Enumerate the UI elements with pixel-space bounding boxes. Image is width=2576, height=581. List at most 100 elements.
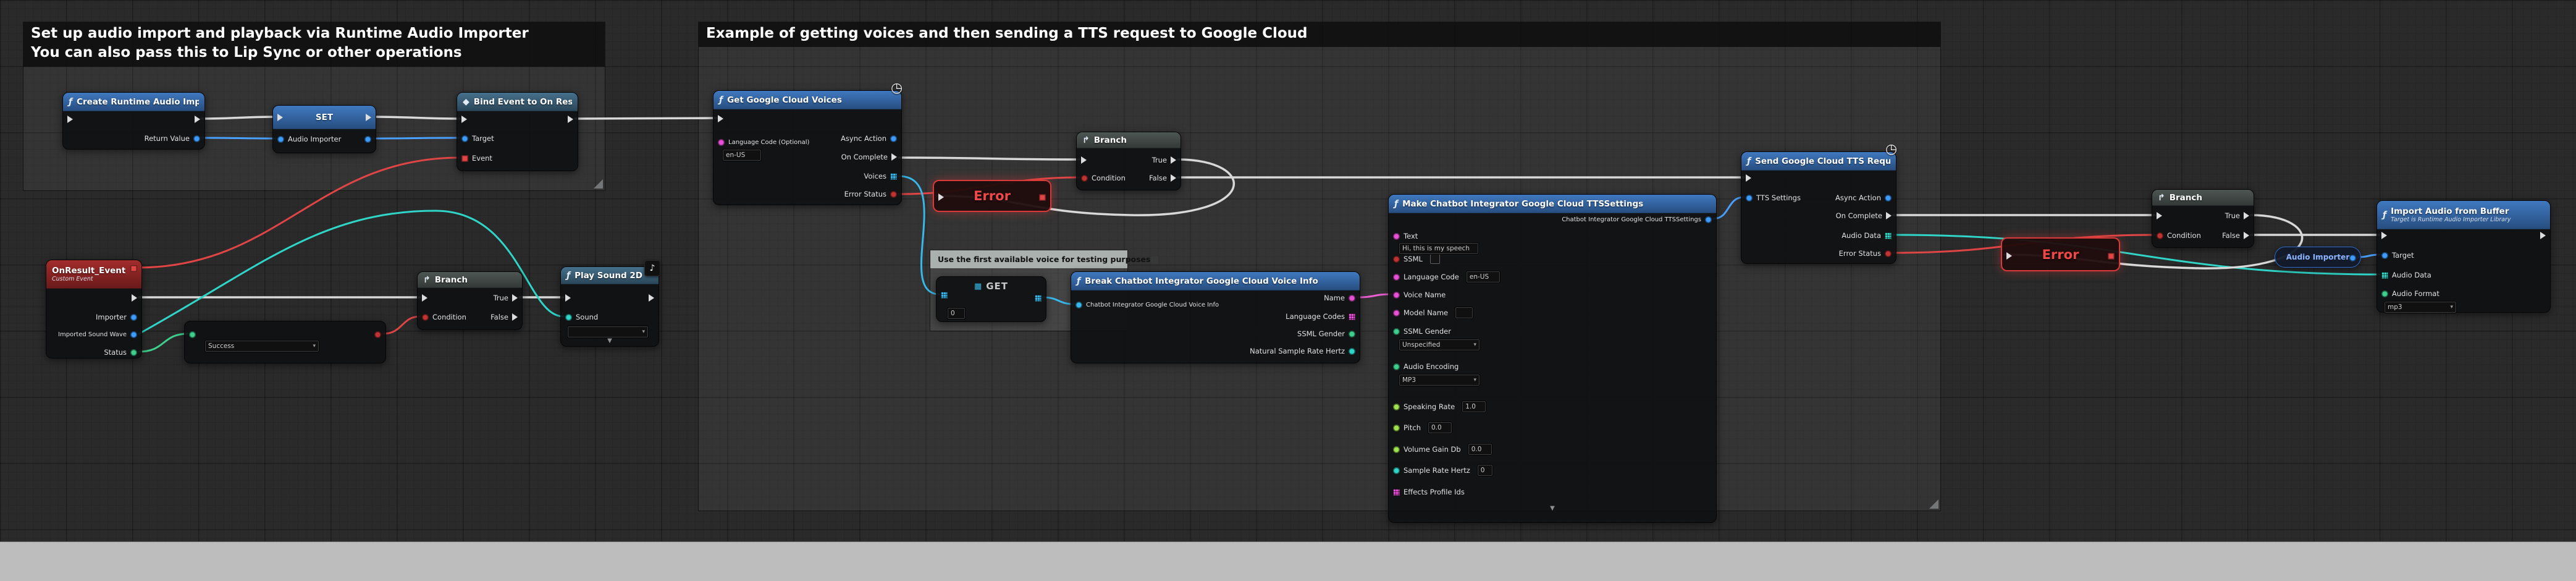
- value-field[interactable]: 0.0: [1428, 422, 1452, 434]
- volume-gain-db-pin[interactable]: [1393, 446, 1400, 453]
- error-status-pin[interactable]: [890, 191, 897, 198]
- chatbot-integrator-google-cloud-ttssettings-pin[interactable]: [1705, 216, 1712, 223]
- wire-structlight[interactable]: [1043, 297, 1074, 304]
- data-pin[interactable]: [189, 331, 196, 338]
- branch-voices[interactable]: ↱BranchConditionTrueFalse: [1076, 132, 1181, 190]
- language-code-pin[interactable]: [1393, 274, 1400, 281]
- audio-importer-pin[interactable]: [277, 136, 284, 143]
- false-pin[interactable]: [1171, 174, 1176, 182]
- node-header[interactable]: ↱Branch: [418, 272, 522, 288]
- exec-pin[interactable]: [2006, 252, 2012, 260]
- node-header[interactable]: ƒGet Google Cloud Voices: [713, 91, 901, 109]
- chatbot-integrator-google-cloud-voice-info-pin[interactable]: [1075, 302, 1082, 308]
- node-header[interactable]: ↱Branch: [1077, 132, 1181, 148]
- exec-pin[interactable]: [277, 114, 283, 121]
- return-value-pin[interactable]: [193, 135, 200, 142]
- get-google-cloud-voices[interactable]: ƒGet Google Cloud VoicesLanguage Code (O…: [713, 90, 902, 205]
- pitch-pin[interactable]: [1393, 425, 1400, 431]
- wire-exec[interactable]: [575, 118, 717, 119]
- play-sound-2d[interactable]: ƒPlay Sound 2DSound▾▼: [560, 266, 659, 347]
- data-pin[interactable]: [1035, 295, 1042, 302]
- checkbox[interactable]: [1430, 254, 1440, 264]
- false-pin[interactable]: [512, 313, 518, 321]
- tts-settings-pin[interactable]: [1746, 195, 1753, 201]
- value-field[interactable]: 0: [1477, 464, 1493, 477]
- exec-pin[interactable]: [2157, 212, 2162, 219]
- true-pin[interactable]: [2244, 212, 2249, 219]
- value-field[interactable]: 1.0: [1462, 401, 1486, 413]
- data-pin[interactable]: [2108, 253, 2115, 260]
- advanced-pins-chevron[interactable]: ▼: [561, 337, 659, 344]
- dropdown-field[interactable]: Success▾: [204, 340, 319, 352]
- ssml-gender-pin[interactable]: [1349, 331, 1355, 337]
- true-pin[interactable]: [1171, 156, 1176, 164]
- node-header[interactable]: ƒImport Audio from BufferTarget is Runti…: [2377, 201, 2550, 229]
- audio-format-pin[interactable]: [2381, 290, 2388, 297]
- async-action-pin[interactable]: [1885, 195, 1892, 201]
- condition-pin[interactable]: [1081, 175, 1088, 182]
- wire-exec[interactable]: [899, 158, 1079, 159]
- wire-delegate[interactable]: [137, 158, 460, 268]
- advanced-pins-chevron[interactable]: ▼: [1389, 505, 1716, 512]
- event-pin[interactable]: [461, 155, 468, 162]
- dropdown-field[interactable]: MP3▾: [1399, 374, 1480, 386]
- sample-rate-hertz-pin[interactable]: [1393, 467, 1400, 474]
- node-header[interactable]: ƒCreate Runtime Audio Importer: [63, 93, 204, 111]
- exec-pin[interactable]: [422, 294, 427, 302]
- on-complete-pin[interactable]: [1886, 212, 1892, 219]
- value-field[interactable]: 0: [947, 307, 966, 320]
- wire-enum[interactable]: [139, 334, 188, 352]
- node-header[interactable]: ƒMake Chatbot Integrator Google Cloud TT…: [1389, 195, 1716, 213]
- model-name-pin[interactable]: [1393, 310, 1400, 316]
- break-voice-info[interactable]: ƒBreak Chatbot Integrator Google Cloud V…: [1071, 271, 1360, 363]
- condition-pin[interactable]: [2157, 232, 2163, 239]
- effects-profile-ids-pin[interactable]: [1393, 489, 1400, 496]
- error-status-pin[interactable]: [1885, 250, 1892, 257]
- node-header[interactable]: ◆Bind Event to On Result: [457, 93, 578, 111]
- node-header[interactable]: ƒSend Google Cloud TTS Request: [1741, 152, 1896, 171]
- language-code-optional-pin[interactable]: [718, 139, 725, 146]
- exec-pin[interactable]: [649, 294, 654, 302]
- value-field[interactable]: [1455, 307, 1473, 319]
- ssml-gender-pin[interactable]: [1393, 328, 1400, 335]
- ssml-pin[interactable]: [1393, 256, 1400, 263]
- send-google-cloud-tts-request[interactable]: ƒSend Google Cloud TTS RequestTTS Settin…: [1741, 151, 1896, 264]
- data-pin[interactable]: [374, 331, 381, 338]
- name-pin[interactable]: [1349, 295, 1355, 302]
- exec-pin[interactable]: [568, 116, 573, 123]
- error-node-voices[interactable]: Error: [933, 180, 1051, 212]
- exec-pin[interactable]: [1081, 156, 1087, 164]
- async-action-pin[interactable]: [890, 135, 897, 142]
- wire-object[interactable]: [1713, 197, 1744, 219]
- make-tts-settings[interactable]: ƒMake Chatbot Integrator Google Cloud TT…: [1388, 194, 1717, 523]
- exec-pin[interactable]: [1746, 174, 1751, 182]
- blueprint-canvas[interactable]: Set up audio import and playback via Run…: [0, 0, 2576, 581]
- equal-enum[interactable]: Success▾: [184, 321, 386, 363]
- exec-pin[interactable]: [132, 294, 137, 302]
- node-header[interactable]: ƒBreak Chatbot Integrator Google Cloud V…: [1071, 272, 1360, 290]
- data-pin[interactable]: [941, 292, 948, 299]
- audio-data-pin[interactable]: [1885, 232, 1892, 239]
- target-pin[interactable]: [2381, 252, 2388, 259]
- onresult-event[interactable]: OnResult_EventCustom EventImporterImport…: [46, 260, 142, 358]
- exec-pin[interactable]: [938, 193, 944, 201]
- data-pin[interactable]: [130, 265, 137, 272]
- exec-pin[interactable]: [366, 114, 371, 121]
- exec-pin[interactable]: [195, 116, 200, 123]
- exec-pin[interactable]: [67, 116, 73, 123]
- status-pin[interactable]: [130, 349, 137, 356]
- set-audio-importer[interactable]: SETAudio Importer: [272, 105, 376, 153]
- node-header[interactable]: SET: [273, 106, 376, 129]
- true-pin[interactable]: [512, 294, 518, 302]
- exec-pin[interactable]: [718, 115, 723, 122]
- natural-sample-rate-hertz-pin[interactable]: [1349, 348, 1355, 355]
- false-pin[interactable]: [2244, 232, 2249, 239]
- node-header[interactable]: ↱Branch: [2152, 190, 2254, 206]
- dropdown-field[interactable]: ▾: [567, 326, 649, 338]
- import-audio-from-buffer[interactable]: ƒImport Audio from BufferTarget is Runti…: [2376, 200, 2551, 313]
- value-field[interactable]: en-US: [1466, 271, 1501, 283]
- bind-event-to-on-result[interactable]: ◆Bind Event to On ResultTargetEvent: [457, 92, 578, 171]
- branch-tts[interactable]: ↱BranchConditionTrueFalse: [2152, 189, 2254, 248]
- importer-pin[interactable]: [130, 314, 137, 321]
- error-node-tts[interactable]: Error: [2001, 237, 2120, 271]
